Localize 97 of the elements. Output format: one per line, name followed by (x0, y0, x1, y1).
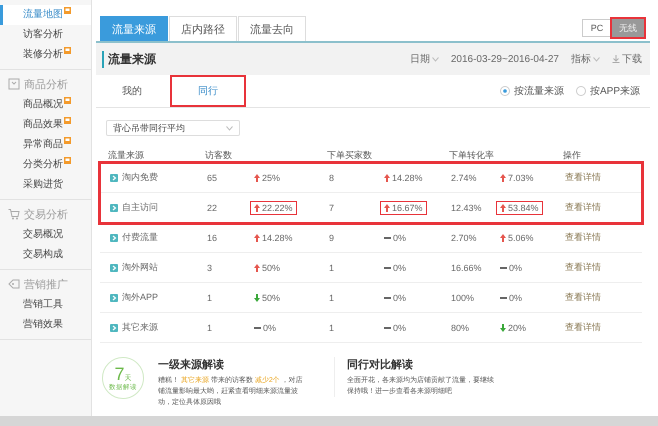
change-cell: 14.28% (251, 232, 296, 244)
details-link[interactable]: 查看详情 (565, 261, 642, 274)
column-header: 访客数 (205, 148, 233, 162)
square-icon (110, 294, 118, 302)
change-cell: 5.06% (497, 232, 537, 244)
table-cell-text: 3 (207, 262, 214, 272)
sidebar-item[interactable]: 商品效果 (0, 115, 91, 135)
square-icon (110, 264, 118, 272)
change-cell: 22.22% (251, 202, 296, 214)
source-name: 淘内免费 (122, 171, 158, 184)
download-button[interactable]: 下载 (612, 52, 642, 66)
table-cell-text: 1 (207, 322, 214, 332)
download-icon (612, 55, 620, 63)
insight-title: 一级来源解读 (158, 358, 225, 372)
details-link[interactable]: 查看详情 (565, 171, 642, 184)
change-cell: 0% (381, 322, 410, 334)
chevron-down-icon (432, 56, 439, 62)
chevron-down-icon (593, 56, 600, 62)
table-cell-text: 65 (207, 172, 218, 182)
table-cell-text: 7 (329, 202, 336, 212)
details-link[interactable]: 查看详情 (565, 291, 642, 304)
change-cell: 50% (251, 292, 284, 304)
table-cell-text: 1 (329, 262, 336, 272)
cart-icon (8, 208, 20, 220)
change-cell: 0% (381, 292, 410, 304)
change-cell: 14.28% (381, 172, 426, 184)
table-cell-text: 1 (329, 292, 336, 302)
tab[interactable]: 店内路径 (169, 16, 237, 41)
table-cell-text: 22 (207, 202, 218, 212)
table-cell-text: 16.66% (451, 262, 483, 272)
source-name: 淘外APP (122, 291, 158, 304)
change-cell: 0% (381, 232, 410, 244)
table-cell-text: 12.43% (451, 202, 483, 212)
sidebar-group-title: 商品分析 (24, 78, 68, 92)
table-cell-text: 100% (451, 292, 476, 302)
metric-dropdown[interactable]: 指标 (571, 52, 600, 66)
table-cell-text: 1 (329, 322, 336, 332)
radio-button[interactable] (500, 86, 510, 96)
source-name: 其它来源 (122, 321, 158, 334)
chevron-down-icon (226, 126, 233, 130)
tag-icon (8, 278, 20, 290)
square-icon (110, 324, 118, 332)
table-cell-text: 9 (329, 232, 336, 242)
source-name: 淘外网站 (122, 261, 158, 274)
table-cell-text: 8 (329, 172, 336, 182)
sidebar-item[interactable]: 商品概况 (0, 95, 91, 115)
sidebar-item[interactable]: 营销效果 (0, 315, 91, 335)
sidebar-item[interactable]: 异常商品 (0, 135, 91, 155)
square-icon (110, 234, 118, 242)
sidebar-item[interactable]: 交易构成 (0, 245, 91, 265)
date-dropdown[interactable]: 日期 (410, 52, 439, 66)
change-cell: 20% (497, 322, 530, 334)
box-icon (8, 78, 20, 90)
details-link[interactable]: 查看详情 (565, 231, 642, 244)
peer-dropdown[interactable]: 背心吊带同行平均 (106, 120, 240, 136)
details-link[interactable]: 查看详情 (565, 321, 642, 334)
change-cell: 0% (497, 262, 526, 274)
sidebar-item[interactable]: 采购进货 (0, 175, 91, 195)
column-header: 流量来源 (108, 148, 145, 162)
sidebar-group-title: 营销推广 (24, 278, 68, 292)
table-cell-text: 2.70% (451, 232, 478, 242)
table-cell-text: 16 (207, 232, 218, 242)
change-cell: 7.03% (497, 172, 537, 184)
table-cell-text: 80% (451, 322, 470, 332)
sidebar-item[interactable]: 交易概况 (0, 225, 91, 245)
sidebar-item[interactable]: 分类分析 (0, 155, 91, 175)
device-toggle-button[interactable]: PC (582, 19, 612, 37)
change-cell: 50% (251, 262, 284, 274)
sidebar-item[interactable]: 营销工具 (0, 295, 91, 315)
radio-button[interactable] (576, 86, 586, 96)
table-cell-text: 1 (207, 292, 214, 302)
change-cell: 25% (251, 172, 284, 184)
column-header: 下单买家数 (327, 148, 373, 162)
subtab[interactable]: 同行 (172, 77, 244, 105)
sidebar-item[interactable]: 装修分析 (0, 45, 91, 65)
column-header: 操作 (563, 148, 582, 162)
change-cell: 53.84% (497, 202, 542, 214)
change-cell: 0% (251, 322, 280, 334)
radio-label: 按流量来源 (514, 84, 564, 98)
insight-title: 同行对比解读 (347, 358, 414, 372)
tab[interactable]: 流量去向 (238, 16, 306, 41)
square-icon (110, 174, 118, 182)
sidebar-group-title: 交易分析 (24, 208, 68, 222)
section-title: 流量来源 (102, 50, 156, 68)
column-header: 下单转化率 (449, 148, 495, 162)
source-name: 自主访问 (122, 201, 158, 214)
date-range: 2016-03-29~2016-04-27 (450, 54, 559, 64)
change-cell: 0% (381, 262, 410, 274)
radio-label: 按APP来源 (590, 84, 640, 98)
change-cell: 16.67% (381, 202, 426, 214)
square-icon (110, 204, 118, 212)
details-link[interactable]: 查看详情 (565, 201, 642, 214)
source-name: 付费流量 (122, 231, 158, 244)
sidebar-item[interactable]: 访客分析 (0, 25, 91, 45)
sidebar-item[interactable]: 流量地图 (0, 5, 91, 25)
change-cell: 0% (497, 292, 526, 304)
table-cell-text: 2.74% (451, 172, 478, 182)
